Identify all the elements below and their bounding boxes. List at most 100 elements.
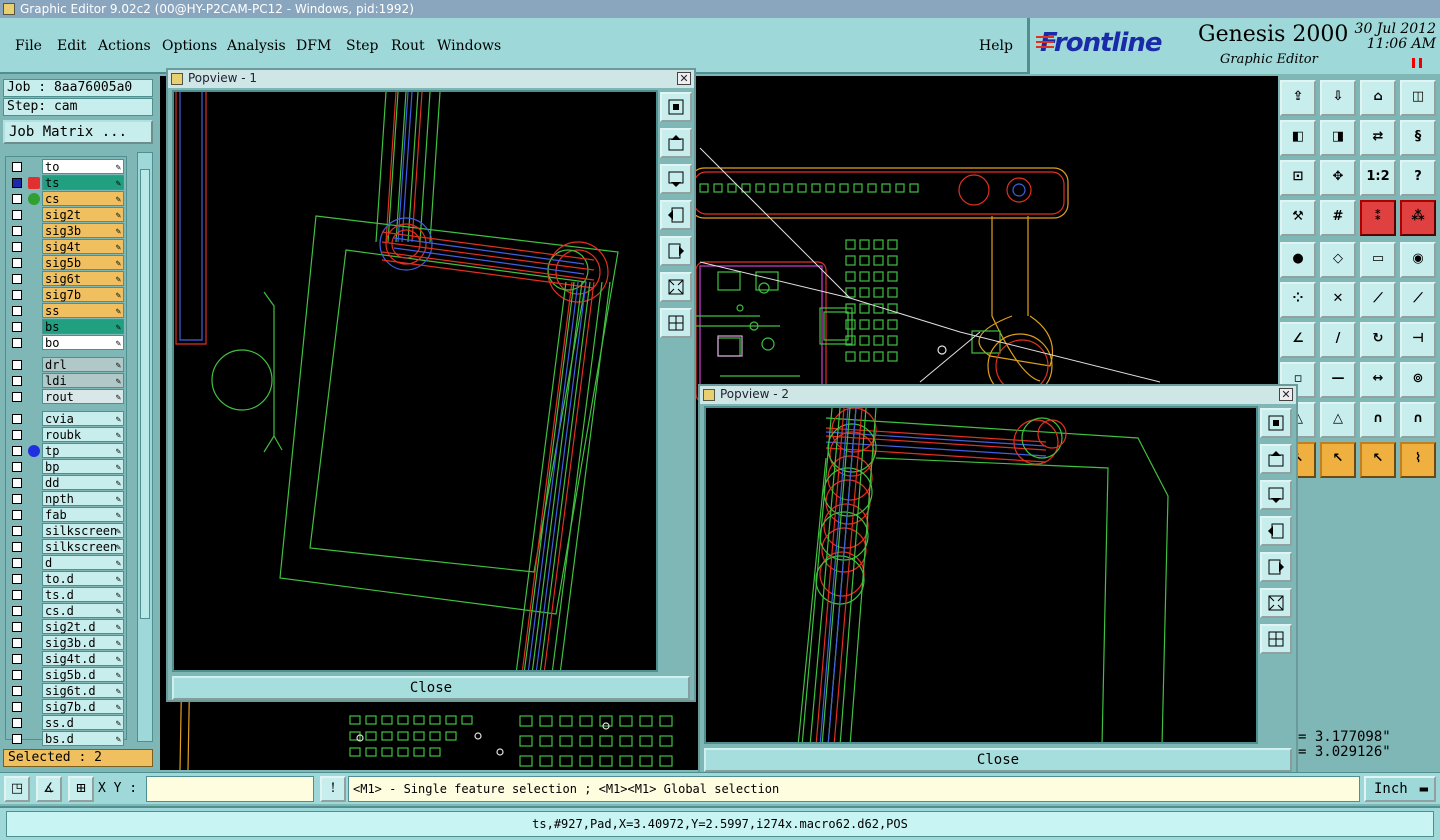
layer-name[interactable]: ss ✎ <box>42 303 124 318</box>
unit-select[interactable]: Inch ▬ <box>1364 776 1436 802</box>
layer-name[interactable]: sig2t.d ✎ <box>42 619 124 634</box>
layer-name[interactable]: tp ✎ <box>42 443 124 458</box>
alert-icon[interactable]: ! <box>320 776 346 802</box>
close-icon[interactable]: ✕ <box>677 72 691 85</box>
layer-row[interactable]: sig2t ✎ <box>6 207 128 223</box>
pan-right-icon[interactable] <box>1260 552 1292 582</box>
layer-name[interactable]: bs ✎ <box>42 319 124 334</box>
select-box-icon[interactable]: ↖ <box>1320 442 1356 478</box>
layer-checkbox[interactable] <box>12 392 22 402</box>
angle-icon[interactable]: ∠ <box>1280 322 1316 358</box>
layer-name[interactable]: fab ✎ <box>42 507 124 522</box>
menu-edit[interactable]: Edit <box>57 38 86 54</box>
triangle-icon[interactable]: △ <box>1320 402 1356 438</box>
layer-checkbox[interactable] <box>12 622 22 632</box>
layer-name[interactable]: sig2t ✎ <box>42 207 124 222</box>
layer-name[interactable]: drl ✎ <box>42 357 124 372</box>
snap-icon[interactable]: ⊞ <box>68 776 94 802</box>
menu-file[interactable]: File <box>15 38 42 54</box>
layer-checkbox[interactable] <box>12 606 22 616</box>
layer-row[interactable]: to.d ✎ <box>6 571 128 587</box>
swap-icon[interactable]: ⇄ <box>1360 120 1396 156</box>
layer-checkbox[interactable] <box>12 210 22 220</box>
close-icon[interactable]: ✕ <box>1279 388 1293 401</box>
net-icon[interactable]: ⁑ <box>1360 200 1396 236</box>
layer-name[interactable]: cvia ✎ <box>42 411 124 426</box>
layer-scrollbar[interactable] <box>137 152 153 742</box>
layer-checkbox[interactable] <box>12 638 22 648</box>
split-icon[interactable]: ⊣ <box>1400 322 1436 358</box>
layer-checkbox[interactable] <box>12 226 22 236</box>
layer-row[interactable]: drl ✎ <box>6 357 128 373</box>
layer-name[interactable]: to ✎ <box>42 159 124 174</box>
layer-checkbox[interactable] <box>12 670 22 680</box>
layer-checkbox[interactable] <box>12 494 22 504</box>
window-icon[interactable]: ◫ <box>1400 80 1436 116</box>
layer-row[interactable]: d ✎ <box>6 555 128 571</box>
menu-dfm[interactable]: DFM <box>296 38 331 54</box>
layer-row[interactable]: cs ✎ <box>6 191 128 207</box>
layer-row[interactable]: npth ✎ <box>6 491 128 507</box>
arch-alt-icon[interactable]: ∩ <box>1400 402 1436 438</box>
layer-name[interactable]: bo ✎ <box>42 335 124 350</box>
layer-row[interactable]: cs.d ✎ <box>6 603 128 619</box>
layer-checkbox[interactable] <box>12 258 22 268</box>
redraw-icon[interactable]: § <box>1400 120 1436 156</box>
layer-row[interactable]: ts.d ✎ <box>6 587 128 603</box>
layer-checkbox[interactable] <box>12 322 22 332</box>
menu-options[interactable]: Options <box>162 38 217 54</box>
layer-checkbox[interactable] <box>12 702 22 712</box>
layer-name[interactable]: sig3b.d ✎ <box>42 635 124 650</box>
layer-name[interactable]: ts.d ✎ <box>42 587 124 602</box>
menu-rout[interactable]: Rout <box>391 38 425 54</box>
layer-row[interactable]: to ✎ <box>6 159 128 175</box>
layer-row[interactable]: sig3b.d ✎ <box>6 635 128 651</box>
add-pad-icon[interactable]: ● <box>1280 242 1316 278</box>
layer-checkbox[interactable] <box>12 558 22 568</box>
slant-icon[interactable]: / <box>1320 322 1356 358</box>
layer-checkbox[interactable] <box>12 242 22 252</box>
layer-row[interactable]: ss.d ✎ <box>6 715 128 731</box>
layer-checkbox[interactable] <box>12 542 22 552</box>
pan-down-icon[interactable] <box>1260 480 1292 510</box>
layer-row[interactable]: ldi ✎ <box>6 373 128 389</box>
pan-up-icon[interactable] <box>660 128 692 158</box>
layer-row[interactable]: sig5b ✎ <box>6 255 128 271</box>
layer-checkbox[interactable] <box>12 462 22 472</box>
xy-input[interactable] <box>146 776 314 802</box>
layer-name[interactable]: npth ✎ <box>42 491 124 506</box>
route-icon[interactable]: ⌇ <box>1400 442 1436 478</box>
menu-step[interactable]: Step <box>346 38 378 54</box>
layer-checkbox[interactable] <box>12 306 22 316</box>
layer-checkbox[interactable] <box>12 446 22 456</box>
zoom-fit-icon[interactable]: ⊡ <box>1280 160 1316 196</box>
connect-icon[interactable]: ⁘ <box>1280 282 1316 318</box>
popview-2-canvas[interactable] <box>704 406 1258 744</box>
layer-name[interactable]: ldi ✎ <box>42 373 124 388</box>
dimension-icon[interactable]: ↔ <box>1360 362 1396 398</box>
layer-checkbox[interactable] <box>12 734 22 744</box>
layer-name[interactable]: sig5b ✎ <box>42 255 124 270</box>
layer-name[interactable]: dd ✎ <box>42 475 124 490</box>
add-surface-icon[interactable]: ◇ <box>1320 242 1356 278</box>
zoom-center-icon[interactable]: ✥ <box>1320 160 1356 196</box>
layer-row[interactable]: sig4t.d ✎ <box>6 651 128 667</box>
menu-analysis[interactable]: Analysis <box>227 38 286 54</box>
layer-row[interactable]: rout ✎ <box>6 389 128 405</box>
layer-name[interactable]: sig3b ✎ <box>42 223 124 238</box>
pan-left-icon[interactable]: ◧ <box>1280 120 1316 156</box>
layer-checkbox[interactable] <box>12 178 22 188</box>
popview-1-canvas[interactable] <box>172 90 658 672</box>
layer-name[interactable]: d ✎ <box>42 555 124 570</box>
pan-left-icon[interactable] <box>660 200 692 230</box>
layer-row[interactable]: sig7b ✎ <box>6 287 128 303</box>
layer-row[interactable]: bo ✎ <box>6 335 128 351</box>
menu-actions[interactable]: Actions <box>98 38 151 54</box>
popview-2-titlebar[interactable]: Popview - 2 ✕ <box>700 386 1296 404</box>
layer-row[interactable]: cvia ✎ <box>6 411 128 427</box>
layer-name[interactable]: cs.d ✎ <box>42 603 124 618</box>
zoom-box-icon[interactable]: ◳ <box>4 776 30 802</box>
segment-icon[interactable]: — <box>1320 362 1356 398</box>
pan-right-icon[interactable]: ◨ <box>1320 120 1356 156</box>
menu-help[interactable]: Help <box>979 38 1013 54</box>
